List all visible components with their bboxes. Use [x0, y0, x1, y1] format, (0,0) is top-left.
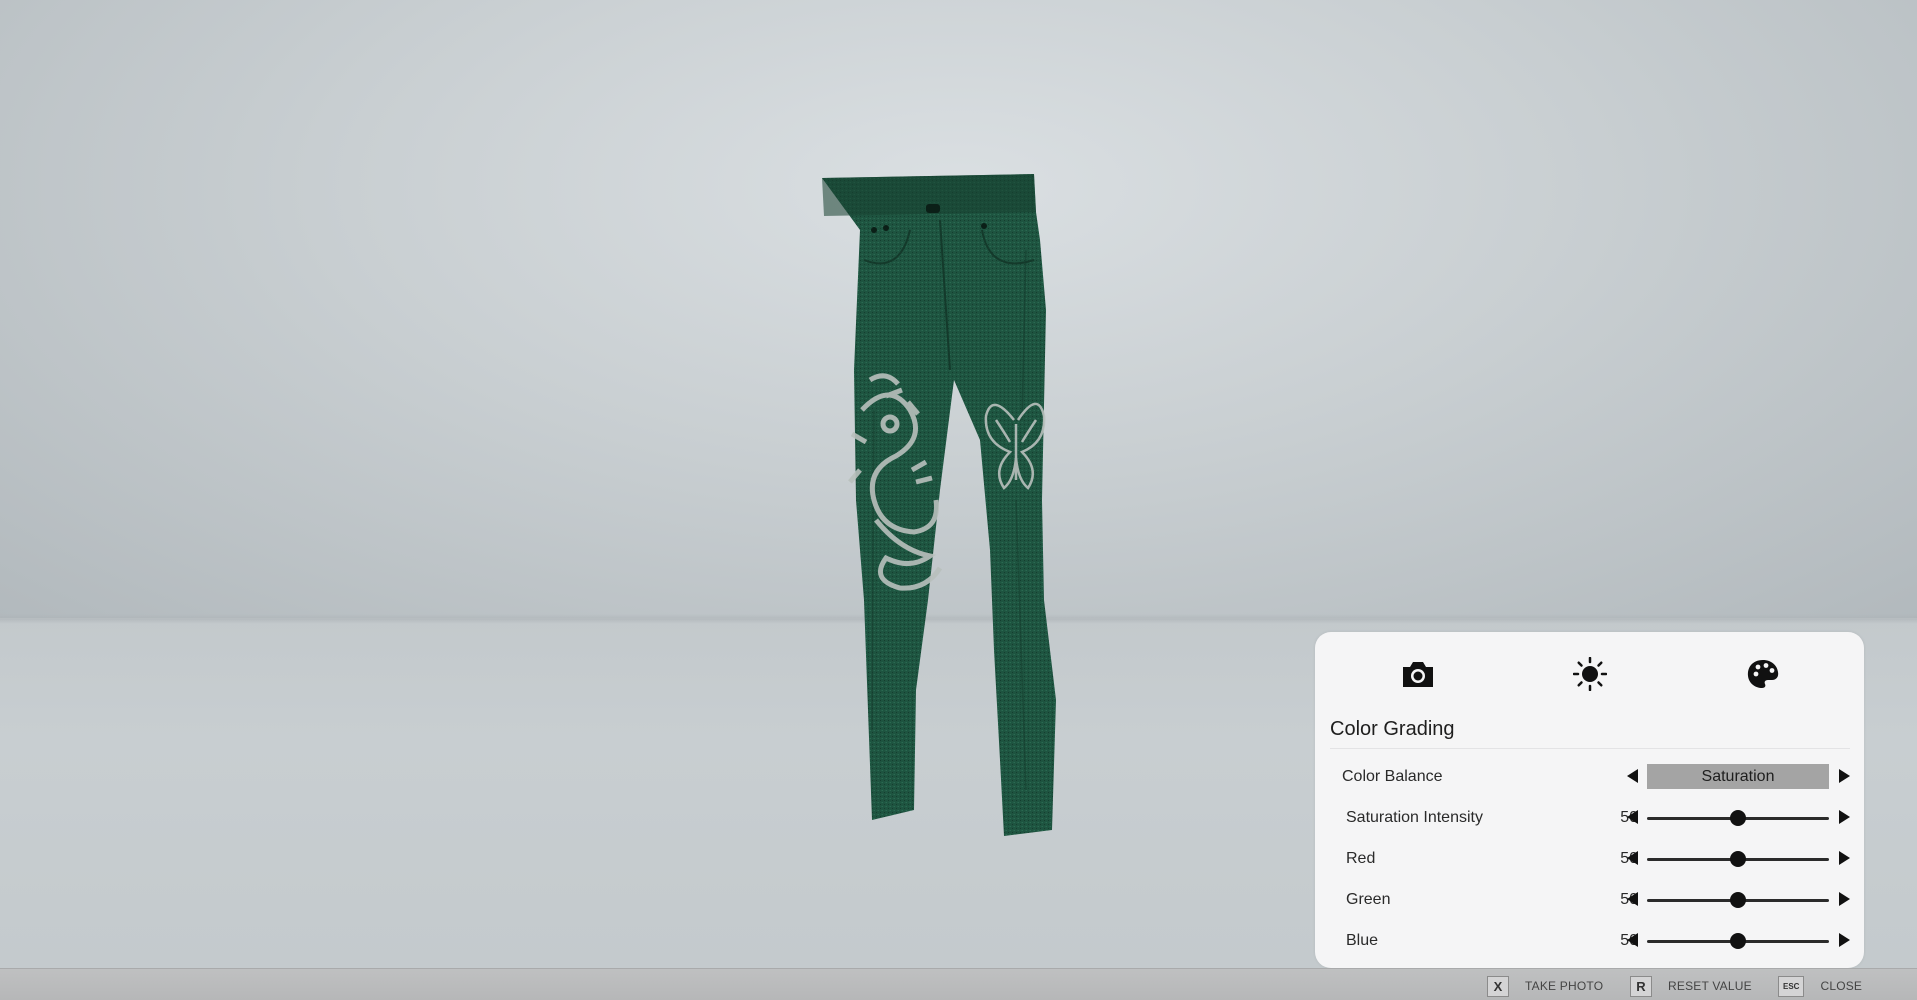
- color-balance-select[interactable]: Saturation: [1647, 764, 1829, 789]
- red-decrease-arrow[interactable]: [1627, 851, 1638, 865]
- panel-tabs: [1315, 652, 1864, 696]
- take-photo-hint[interactable]: X TAKE PHOTO: [1487, 975, 1603, 997]
- sun-icon: [1573, 657, 1607, 691]
- reset-value-label: RESET VALUE: [1668, 979, 1752, 993]
- tab-lighting[interactable]: [1568, 652, 1612, 696]
- close-label: CLOSE: [1820, 979, 1863, 993]
- green-increase-arrow[interactable]: [1839, 892, 1850, 906]
- saturation-intensity-decrease-arrow[interactable]: [1627, 810, 1638, 824]
- slider-thumb[interactable]: [1730, 851, 1746, 867]
- red-slider[interactable]: [1647, 848, 1829, 870]
- close-hint[interactable]: ESC CLOSE: [1778, 975, 1862, 997]
- blue-label: Blue: [1346, 932, 1379, 949]
- slider-row-green: Green 50: [1315, 883, 1864, 917]
- reset-value-key: R: [1630, 975, 1652, 997]
- pants-model: [822, 174, 1056, 836]
- palette-icon: [1747, 660, 1779, 688]
- color-balance-value: Saturation: [1701, 767, 1775, 785]
- color-balance-label: Color Balance: [1342, 768, 1443, 785]
- green-label: Green: [1346, 891, 1391, 908]
- camera-icon: [1403, 662, 1433, 687]
- tab-color-grading[interactable]: [1741, 652, 1785, 696]
- slider-row-saturation-intensity: Saturation Intensity 50: [1315, 801, 1864, 835]
- blue-slider[interactable]: [1647, 930, 1829, 952]
- color-balance-row: Color Balance Saturation: [1315, 760, 1864, 794]
- green-decrease-arrow[interactable]: [1627, 892, 1638, 906]
- slider-thumb[interactable]: [1730, 933, 1746, 949]
- tab-camera[interactable]: [1396, 652, 1440, 696]
- saturation-intensity-slider[interactable]: [1647, 807, 1829, 829]
- red-increase-arrow[interactable]: [1839, 851, 1850, 865]
- blue-decrease-arrow[interactable]: [1627, 933, 1638, 947]
- section-divider: [1330, 748, 1850, 749]
- saturation-intensity-label: Saturation Intensity: [1346, 809, 1483, 826]
- red-label: Red: [1346, 850, 1376, 867]
- take-photo-key: X: [1487, 975, 1509, 997]
- slider-row-red: Red 50: [1315, 842, 1864, 876]
- color-balance-prev-arrow[interactable]: [1627, 769, 1638, 783]
- reset-value-hint[interactable]: R RESET VALUE: [1630, 975, 1752, 997]
- blue-increase-arrow[interactable]: [1839, 933, 1850, 947]
- color-balance-next-arrow[interactable]: [1839, 769, 1850, 783]
- close-key: ESC: [1778, 975, 1805, 997]
- photo-mode-panel: Color Grading Color Balance Saturation S…: [1315, 632, 1864, 968]
- slider-thumb[interactable]: [1730, 810, 1746, 826]
- saturation-intensity-increase-arrow[interactable]: [1839, 810, 1850, 824]
- slider-thumb[interactable]: [1730, 892, 1746, 908]
- take-photo-label: TAKE PHOTO: [1525, 979, 1604, 993]
- section-title: Color Grading: [1330, 718, 1455, 740]
- green-slider[interactable]: [1647, 889, 1829, 911]
- control-hints-bar: X TAKE PHOTO R RESET VALUE ESC CLOSE: [0, 968, 1917, 1000]
- slider-row-blue: Blue 50: [1315, 924, 1864, 958]
